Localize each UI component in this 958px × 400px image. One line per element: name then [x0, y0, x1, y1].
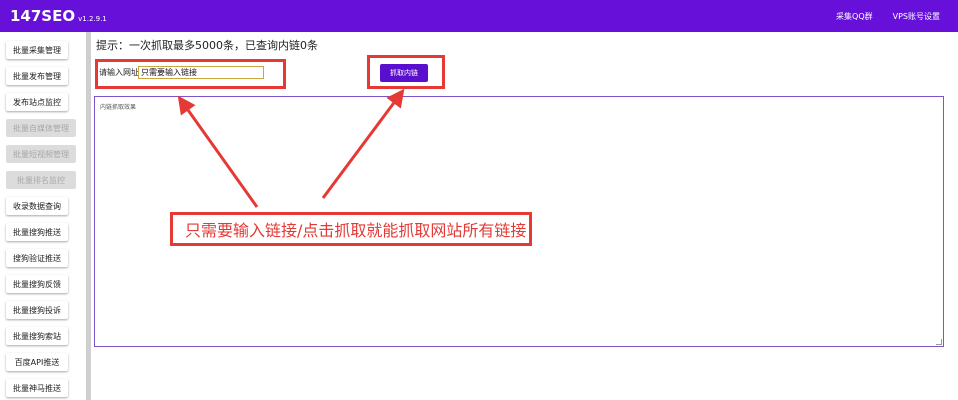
- sidebar-item-index-query[interactable]: 收录数据查询: [6, 197, 68, 215]
- sidebar-item-sogou-verify-push[interactable]: 搜狗验证推送: [6, 249, 68, 267]
- highlight-url-box: [95, 59, 286, 89]
- sidebar-item-sogou-site[interactable]: 批量搜狗索站: [6, 327, 68, 345]
- app-version: v1.2.9.1: [78, 15, 107, 23]
- sidebar-scrollbar[interactable]: [86, 32, 91, 400]
- sidebar-item-sogou-complaint[interactable]: 批量搜狗投诉: [6, 301, 68, 319]
- sidebar-item-shenma-push[interactable]: 批量神马推送: [6, 379, 68, 397]
- brand-name: 147SEO: [10, 7, 76, 25]
- nav-vps-settings[interactable]: VPS账号设置: [893, 11, 940, 22]
- annotation-callout: 只需要输入链接/点击抓取就能抓取网站所有链接: [170, 212, 532, 246]
- sidebar-item-batch-publish[interactable]: 批量发布管理: [6, 67, 68, 85]
- sidebar-item-sogou-push[interactable]: 批量搜狗推送: [6, 223, 68, 241]
- top-nav: 采集QQ群 VPS账号设置: [836, 11, 940, 22]
- nav-qq-groups[interactable]: 采集QQ群: [836, 11, 873, 22]
- sidebar-item-rank-monitor: 批量排名监控: [6, 171, 76, 189]
- sidebar-item-batch-collect[interactable]: 批量采集管理: [6, 41, 68, 59]
- resize-grip-icon[interactable]: [936, 339, 942, 345]
- app-brand: 147SEO v1.2.9.1: [10, 7, 107, 25]
- top-bar: 147SEO v1.2.9.1 采集QQ群 VPS账号设置: [0, 0, 958, 32]
- annotation-text: 只需要输入链接/点击抓取就能抓取网站所有链接: [185, 221, 527, 240]
- sidebar-item-sogou-feedback[interactable]: 批量搜狗反馈: [6, 275, 68, 293]
- sidebar: 批量采集管理 批量发布管理 发布站点监控 批量自媒体管理 批量短视频管理 批量排…: [0, 32, 86, 400]
- sidebar-item-site-monitor[interactable]: 发布站点监控: [6, 93, 68, 111]
- sidebar-item-video-manage: 批量短视频管理: [6, 145, 76, 163]
- result-placeholder: 内链抓取效果: [100, 104, 137, 111]
- sidebar-item-media-manage: 批量自媒体管理: [6, 119, 76, 137]
- sidebar-item-baidu-api-push[interactable]: 百度API推送: [6, 353, 68, 371]
- hint-text: 提示：一次抓取最多5000条，已查询内链0条: [96, 39, 318, 52]
- highlight-button-box: [367, 55, 445, 89]
